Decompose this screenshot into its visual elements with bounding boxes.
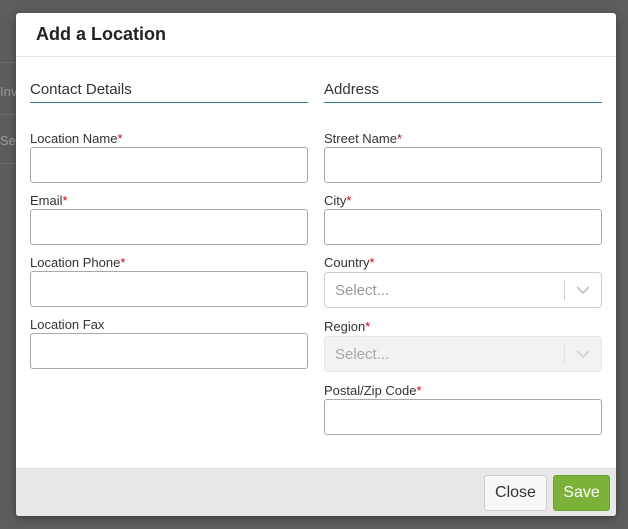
close-button[interactable]: Close — [484, 475, 547, 511]
region-label: Region* — [324, 319, 370, 334]
chevron-down-icon[interactable] — [565, 272, 601, 308]
postal-code-input[interactable] — [324, 399, 602, 435]
email-label: Email* — [30, 193, 68, 208]
add-location-modal: Add a Location Contact Details Location … — [16, 13, 616, 516]
region-select: Select... — [324, 336, 602, 372]
contact-details-heading: Contact Details — [30, 80, 308, 103]
modal-footer: Close Save — [16, 468, 616, 516]
backdrop-divider — [0, 62, 16, 63]
required-marker: * — [396, 131, 403, 146]
required-marker: * — [416, 383, 422, 398]
location-phone-label: Location Phone* — [30, 255, 125, 270]
required-marker: * — [120, 255, 126, 270]
location-name-label: Location Name* — [30, 131, 123, 146]
chevron-down-icon — [565, 336, 601, 372]
required-marker: * — [365, 319, 371, 334]
backdrop-divider — [0, 114, 16, 115]
required-marker: * — [117, 131, 123, 146]
location-name-input[interactable] — [30, 147, 308, 183]
label-text: Email — [30, 193, 63, 208]
label-text: Location Phone — [30, 255, 121, 270]
city-label: City* — [324, 193, 351, 208]
region-select-placeholder: Select... — [335, 345, 390, 363]
address-heading: Address — [324, 80, 602, 103]
postal-code-label: Postal/Zip Code* — [324, 383, 422, 398]
street-name-label: Street Name* — [324, 131, 402, 146]
label-text: Street Name — [324, 131, 397, 146]
save-button[interactable]: Save — [553, 475, 610, 511]
country-select-placeholder: Select... — [335, 281, 390, 299]
location-fax-label: Location Fax — [30, 317, 105, 332]
country-label: Country* — [324, 255, 375, 270]
backdrop-divider — [0, 163, 16, 164]
modal-header: Add a Location — [16, 13, 616, 57]
modal-body: Contact Details Location Name* Email* Lo… — [16, 58, 616, 468]
country-select[interactable]: Select... — [324, 272, 602, 308]
required-marker: * — [369, 255, 375, 270]
modal-title: Add a Location — [36, 24, 166, 44]
label-text: Postal/Zip Code — [324, 383, 417, 398]
email-input[interactable] — [30, 209, 308, 245]
location-phone-input[interactable] — [30, 271, 308, 307]
label-text: Location Name — [30, 131, 118, 146]
required-marker: * — [346, 193, 352, 208]
required-marker: * — [62, 193, 68, 208]
label-text: Country — [324, 255, 370, 270]
location-fax-input[interactable] — [30, 333, 308, 369]
street-name-input[interactable] — [324, 147, 602, 183]
label-text: Region — [324, 319, 366, 334]
city-input[interactable] — [324, 209, 602, 245]
label-text: City — [324, 193, 347, 208]
